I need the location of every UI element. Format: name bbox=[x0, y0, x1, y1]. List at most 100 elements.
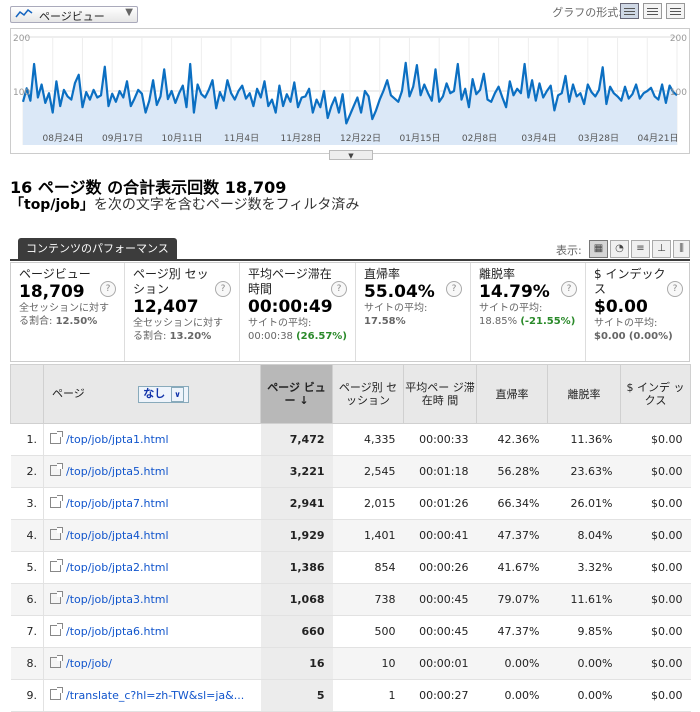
tab-content-performance[interactable]: コンテンツのパフォーマンス bbox=[18, 238, 177, 260]
row-page-link[interactable]: /top/job/ bbox=[66, 657, 112, 670]
filter-term: 「top/job」 bbox=[10, 197, 94, 213]
pageviews-header-label: ページ ビュー bbox=[267, 381, 326, 407]
row-page-cell: /top/job/jpta5.html bbox=[43, 455, 261, 488]
row-avg-time: 00:00:26 bbox=[403, 551, 477, 584]
row-page-link[interactable]: /top/job/jpta5.html bbox=[66, 465, 169, 478]
row-avg-time: 00:00:01 bbox=[403, 647, 477, 680]
content-table: ページ なし ∨ ページ ビュー ↓ ページ別 セッション 平均ペー ジ滞在時 間… bbox=[10, 364, 691, 712]
chart-collapse-handle[interactable]: ▼ bbox=[329, 150, 373, 160]
row-index: $0.00 bbox=[620, 487, 691, 520]
bounce-header[interactable]: 直帰率 bbox=[476, 364, 548, 424]
help-icon[interactable]: ? bbox=[561, 281, 577, 297]
scorecard-sub: サイトの平均: bbox=[594, 318, 658, 329]
filter-note: 「top/job」を次の文字を含むページ数をフィルタ済み bbox=[10, 194, 359, 214]
tab-underline bbox=[10, 259, 690, 261]
row-avg-time: 00:00:27 bbox=[403, 679, 477, 712]
graph-format-bar-button[interactable] bbox=[643, 3, 662, 19]
external-link-icon[interactable] bbox=[50, 463, 63, 476]
graph-format-line-button[interactable] bbox=[620, 3, 639, 19]
scorecard-sub: サイトの平均: bbox=[248, 318, 312, 329]
row-pageviews: 16 bbox=[260, 647, 333, 680]
row-rank: 2. bbox=[10, 455, 44, 488]
scorecard-sub: 全セッションに対す bbox=[19, 303, 109, 314]
row-page-link[interactable]: /top/job/jpta6.html bbox=[66, 625, 169, 638]
row-page-link[interactable]: /top/job/jpta4.html bbox=[66, 529, 169, 542]
row-avg-time: 00:01:18 bbox=[403, 455, 477, 488]
external-link-icon[interactable] bbox=[50, 495, 63, 508]
row-exit: 26.01% bbox=[547, 487, 621, 520]
scorecard-sub-label: る割合: bbox=[133, 331, 167, 342]
page-header: ページ なし ∨ bbox=[43, 364, 261, 424]
row-page-cell: /top/job/jpta1.html bbox=[43, 423, 261, 456]
row-sessions: 854 bbox=[332, 551, 404, 584]
row-page-link[interactable]: /top/job/jpta3.html bbox=[66, 593, 169, 606]
row-sessions: 1 bbox=[332, 679, 404, 712]
scorecard-sub-label: る割合: bbox=[19, 316, 53, 327]
row-page-cell: /top/job/ bbox=[43, 647, 261, 680]
table-row: 1. /top/job/jpta1.html 7,472 4,335 00:00:33 4… bbox=[10, 423, 691, 456]
help-icon[interactable]: ? bbox=[215, 281, 231, 297]
scorecard-title: 直帰率 bbox=[364, 267, 401, 281]
page-header-label: ページ bbox=[52, 386, 85, 400]
scorecard-avg-time: 平均ページ滞在時間 00:00:49 サイトの平均: 00:00:38 (26.… bbox=[240, 263, 356, 361]
table-row: 3. /top/job/jpta7.html 2,941 2,015 00:01:26 6… bbox=[10, 487, 691, 520]
row-rank: 5. bbox=[10, 551, 44, 584]
external-link-icon[interactable] bbox=[50, 687, 63, 700]
pageviews-header[interactable]: ページ ビュー ↓ bbox=[260, 364, 333, 424]
row-sessions: 1,401 bbox=[332, 519, 404, 552]
row-pageviews: 3,221 bbox=[260, 455, 333, 488]
sessions-header[interactable]: ページ別 セッション bbox=[332, 364, 404, 424]
row-page-cell: /top/job/jpta4.html bbox=[43, 519, 261, 552]
scorecard-sub-label: 00:00:38 bbox=[248, 331, 293, 342]
chevron-down-icon: ∨ bbox=[171, 386, 184, 402]
scorecard-value: 12,407 bbox=[133, 297, 199, 317]
row-exit: 11.36% bbox=[547, 423, 621, 456]
row-bounce: 0.00% bbox=[476, 679, 548, 712]
view-pie-button[interactable]: ◔ bbox=[610, 240, 629, 258]
scorecard-value: $0.00 bbox=[594, 297, 648, 317]
view-bar-button[interactable]: ≡ bbox=[631, 240, 650, 258]
help-icon[interactable]: ? bbox=[331, 281, 347, 297]
view-table-button[interactable]: ▦ bbox=[589, 240, 608, 258]
avg-time-header[interactable]: 平均ペー ジ滞在時 間 bbox=[403, 364, 477, 424]
row-index: $0.00 bbox=[620, 551, 691, 584]
exit-header[interactable]: 離脱率 bbox=[547, 364, 621, 424]
secondary-dimension-select[interactable]: なし ∨ bbox=[138, 385, 189, 403]
graph-format-table-button[interactable] bbox=[666, 3, 685, 19]
row-rank: 6. bbox=[10, 583, 44, 616]
scorecard-title: $ インデックス bbox=[594, 267, 666, 296]
view-pivot-button[interactable]: ⫼ bbox=[673, 240, 690, 258]
external-link-icon[interactable] bbox=[50, 623, 63, 636]
row-exit: 0.00% bbox=[547, 647, 621, 680]
x-axis-label: 12月22日 bbox=[340, 133, 381, 144]
external-link-icon[interactable] bbox=[50, 527, 63, 540]
row-avg-time: 00:01:26 bbox=[403, 487, 477, 520]
row-exit: 23.63% bbox=[547, 455, 621, 488]
row-page-link[interactable]: /top/job/jpta7.html bbox=[66, 497, 169, 510]
y-axis-label: 100 bbox=[670, 88, 687, 98]
external-link-icon[interactable] bbox=[50, 431, 63, 444]
view-compare-button[interactable]: ⊥ bbox=[652, 240, 671, 258]
row-page-link[interactable]: /top/job/jpta1.html bbox=[66, 433, 169, 446]
index-header[interactable]: $ インデ ックス bbox=[620, 364, 691, 424]
scorecard-title: 平均ページ滞在時間 bbox=[248, 267, 332, 296]
row-exit: 9.85% bbox=[547, 615, 621, 648]
row-pageviews: 2,941 bbox=[260, 487, 333, 520]
scorecard-value: 00:00:49 bbox=[248, 297, 333, 317]
row-rank: 4. bbox=[10, 519, 44, 552]
row-page-link[interactable]: /translate_c?hl=zh-TW&sl=ja&... bbox=[66, 689, 244, 702]
row-sessions: 738 bbox=[332, 583, 404, 616]
external-link-icon[interactable] bbox=[50, 559, 63, 572]
help-icon[interactable]: ? bbox=[446, 281, 462, 297]
x-axis-label: 08月24日 bbox=[43, 133, 84, 144]
row-exit: 11.61% bbox=[547, 583, 621, 616]
row-page-link[interactable]: /top/job/jpta2.html bbox=[66, 561, 169, 574]
x-axis-label: 03月4日 bbox=[521, 133, 556, 144]
external-link-icon[interactable] bbox=[50, 591, 63, 604]
scorecard-title: 離脱率 bbox=[479, 267, 516, 281]
help-icon[interactable]: ? bbox=[667, 281, 683, 297]
x-axis-label: 11月4日 bbox=[224, 133, 259, 144]
help-icon[interactable]: ? bbox=[100, 281, 116, 297]
external-link-icon[interactable] bbox=[50, 655, 63, 668]
metric-select[interactable]: ページビュー ▼ bbox=[10, 6, 138, 23]
